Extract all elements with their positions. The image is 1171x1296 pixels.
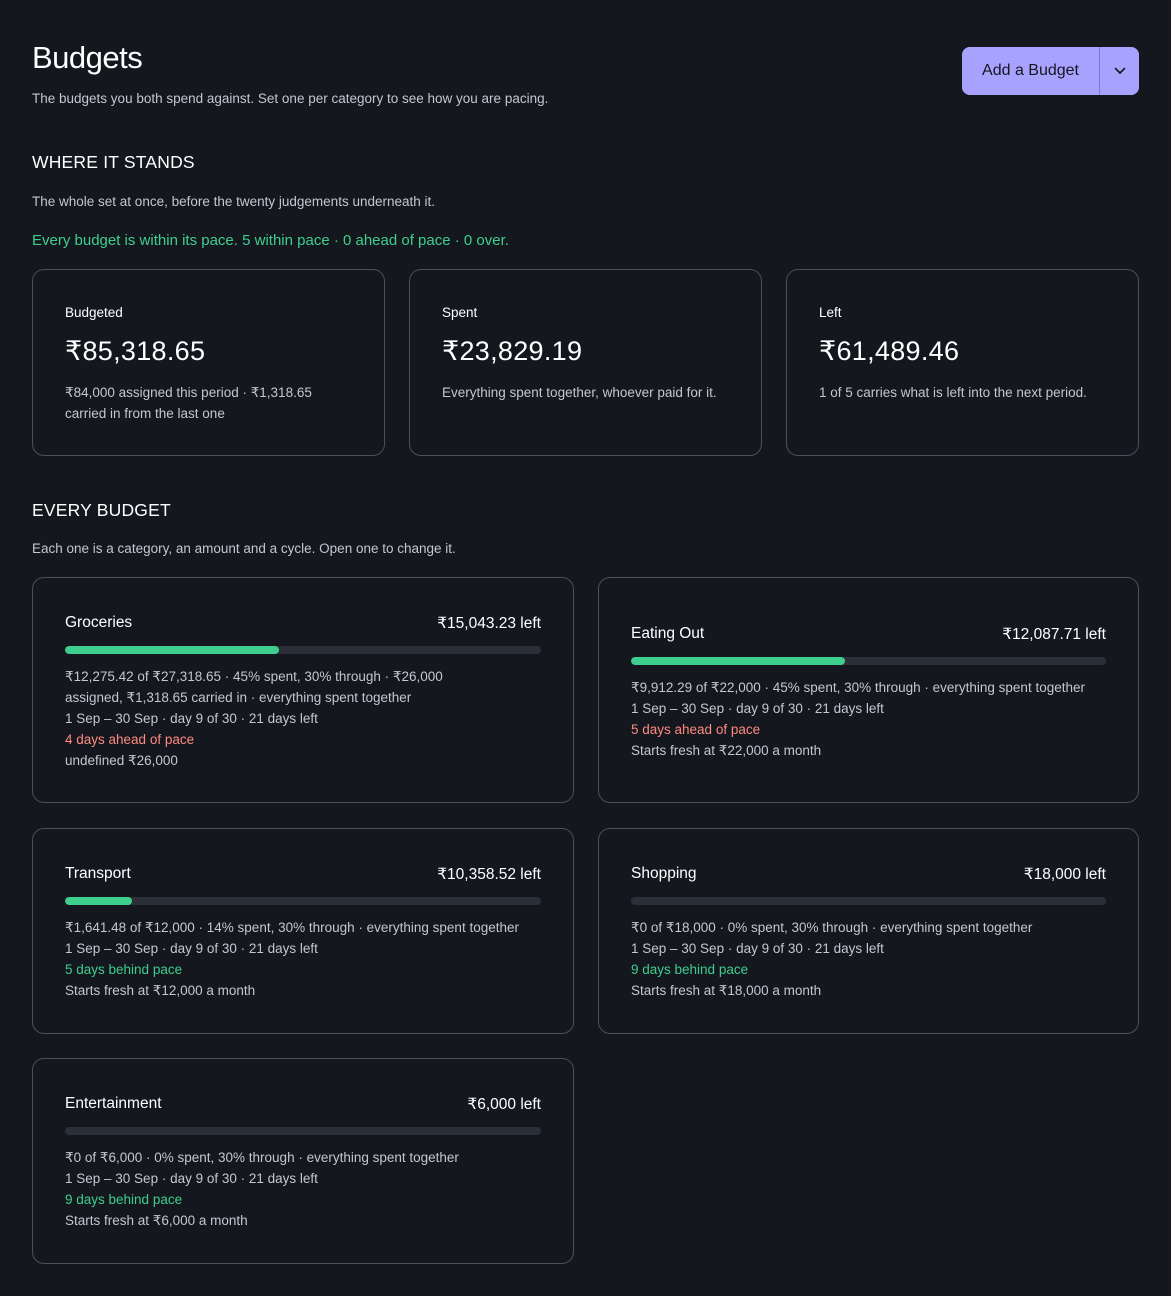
budget-details: ₹1,641.48 of ₹12,000 · 14% spent, 30% th… [65, 917, 541, 1001]
budget-card-transport[interactable]: Transport ₹10,358.52 left ₹1,641.48 of ₹… [32, 828, 574, 1034]
budget-cycle-line: 1 Sep – 30 Sep · day 9 of 30 · 21 days l… [631, 941, 884, 956]
overview-section-description: The whole set at once, before the twenty… [32, 194, 436, 209]
budget-pace-line: 9 days behind pace [65, 1192, 183, 1207]
budget-cycle-line: 1 Sep – 30 Sep · day 9 of 30 · 21 days l… [631, 701, 884, 716]
budget-left-amount: ₹10,358.52 left [437, 866, 541, 883]
budget-reset-line: Starts fresh at ₹18,000 a month [631, 983, 822, 998]
budget-reset-line: Starts fresh at ₹12,000 a month [65, 983, 256, 998]
stat-card-budgeted: Budgeted ₹85,318.65 ₹84,000 assigned thi… [32, 269, 385, 456]
budget-pace-line: 5 days behind pace [65, 962, 183, 977]
budget-left-amount: ₹15,043.23 left [437, 615, 541, 632]
add-budget-button[interactable]: Add a Budget [962, 47, 1099, 95]
budget-progress-fill [65, 646, 280, 654]
stat-label: Left [819, 305, 842, 320]
budgets-section-title: EVERY BUDGET [32, 500, 171, 520]
budget-cycle-line: 1 Sep – 30 Sep · day 9 of 30 · 21 days l… [65, 711, 318, 726]
stat-label: Spent [442, 305, 478, 320]
budget-name: Groceries [65, 614, 133, 631]
stat-value: ₹23,829.19 [442, 336, 583, 366]
budget-cycle-line: 1 Sep – 30 Sep · day 9 of 30 · 21 days l… [65, 941, 318, 956]
budget-pace-line: 9 days behind pace [631, 962, 749, 977]
overview-status: Every budget is within its pace. 5 withi… [32, 232, 509, 249]
budget-reset-line: Starts fresh at ₹6,000 a month [65, 1213, 248, 1228]
budget-reset-line: undefined ₹26,000 [65, 753, 178, 768]
budget-name: Eating Out [631, 625, 705, 642]
budget-amount-line: ₹1,641.48 of ₹12,000 · 14% spent, 30% th… [65, 920, 519, 935]
page-title: Budgets [32, 40, 143, 75]
budget-amount-line: ₹0 of ₹6,000 · 0% spent, 30% through · e… [65, 1150, 459, 1165]
budget-left-amount: ₹18,000 left [1023, 866, 1106, 883]
budget-pace-line: 5 days ahead of pace [631, 722, 761, 737]
budget-name: Shopping [631, 865, 697, 882]
overview-section-title: WHERE IT STANDS [32, 152, 195, 172]
stat-note: ₹84,000 assigned this period · ₹1,318.65… [65, 385, 312, 421]
budget-pace-line: 4 days ahead of pace [65, 732, 195, 747]
budget-details: ₹0 of ₹18,000 · 0% spent, 30% through · … [631, 917, 1106, 1001]
stat-value: ₹85,318.65 [65, 336, 206, 366]
budget-name: Entertainment [65, 1095, 162, 1112]
budget-cycle-line: 1 Sep – 30 Sep · day 9 of 30 · 21 days l… [65, 1171, 318, 1186]
budget-reset-line: Starts fresh at ₹22,000 a month [631, 743, 822, 758]
budget-details: ₹0 of ₹6,000 · 0% spent, 30% through · e… [65, 1147, 541, 1231]
page-subtitle: The budgets you both spend against. Set … [32, 91, 549, 106]
add-budget-button-group: Add a Budget [962, 47, 1139, 95]
budget-name: Transport [65, 865, 131, 882]
budgets-page: Budgets The budgets you both spend again… [0, 0, 1171, 1296]
budget-progress-track [65, 1127, 541, 1135]
budget-amount-line: ₹9,912.29 of ₹22,000 · 45% spent, 30% th… [631, 680, 1085, 695]
chevron-down-icon [1114, 67, 1125, 74]
stat-note: 1 of 5 carries what is left into the nex… [819, 385, 1087, 400]
budget-left-amount: ₹6,000 left [467, 1096, 541, 1113]
stat-card-left: Left ₹61,489.46 1 of 5 carries what is l… [786, 269, 1139, 456]
budget-left-amount: ₹12,087.71 left [1002, 626, 1106, 643]
stat-card-spent: Spent ₹23,829.19 Everything spent togeth… [409, 269, 762, 456]
budget-card-eating-out[interactable]: Eating Out ₹12,087.71 left ₹9,912.29 of … [598, 577, 1139, 803]
budget-amount-line: ₹0 of ₹18,000 · 0% spent, 30% through · … [631, 920, 1033, 935]
budget-progress-track [631, 897, 1106, 905]
budget-card-groceries[interactable]: Groceries ₹15,043.23 left ₹12,275.42 of … [32, 577, 574, 803]
stat-note: Everything spent together, whoever paid … [442, 385, 717, 400]
budget-progress-fill [65, 897, 132, 905]
budget-details: ₹9,912.29 of ₹22,000 · 45% spent, 30% th… [631, 677, 1106, 761]
budgets-section-description: Each one is a category, an amount and a … [32, 541, 456, 556]
budget-progress-track [65, 646, 541, 654]
budget-card-entertainment[interactable]: Entertainment ₹6,000 left ₹0 of ₹6,000 ·… [32, 1058, 574, 1264]
budget-progress-fill [631, 657, 845, 665]
budget-amount-line: ₹12,275.42 of ₹27,318.65 · 45% spent, 30… [65, 669, 443, 705]
budget-progress-track [631, 657, 1106, 665]
stat-label: Budgeted [65, 305, 123, 320]
budget-details: ₹12,275.42 of ₹27,318.65 · 45% spent, 30… [65, 666, 501, 771]
page-header: Budgets The budgets you both spend again… [32, 40, 1139, 110]
budget-progress-track [65, 897, 541, 905]
add-budget-menu-toggle[interactable] [1099, 47, 1139, 95]
budget-card-shopping[interactable]: Shopping ₹18,000 left ₹0 of ₹18,000 · 0%… [598, 828, 1139, 1034]
stat-value: ₹61,489.46 [819, 336, 960, 366]
